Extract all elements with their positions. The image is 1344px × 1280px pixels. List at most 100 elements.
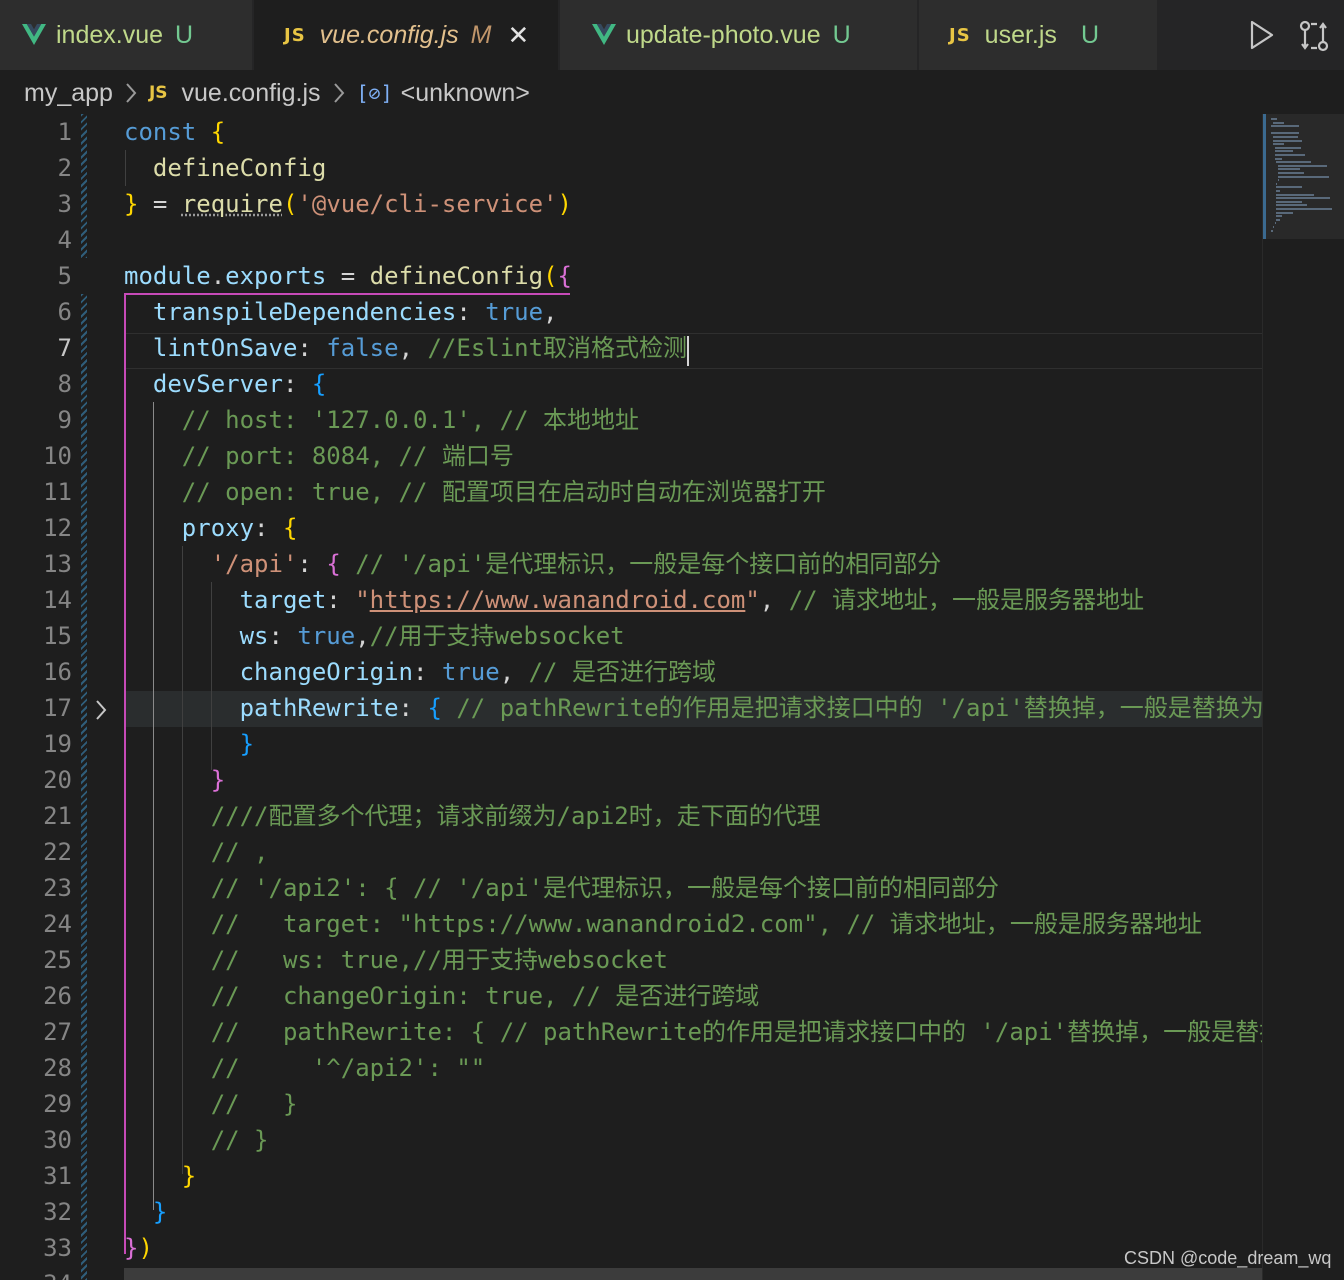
- chevron-right-icon: [333, 82, 345, 104]
- line-number: 9: [57, 406, 72, 434]
- git-status-badge: U: [1080, 20, 1099, 49]
- code-text: changeOrigin: true, // 是否进行跨域: [239, 658, 716, 686]
- code-text: // '^/api2': "": [210, 1054, 486, 1082]
- code-line[interactable]: 12 proxy: {: [0, 510, 1262, 546]
- code-line[interactable]: 22 // ,: [0, 834, 1262, 870]
- tab-user-js[interactable]: JS user.js U: [919, 0, 1158, 70]
- minimap-line: [1274, 146, 1301, 149]
- minimap-line: [1276, 200, 1303, 203]
- code-line[interactable]: 10 // port: 8084, // 端口号: [0, 438, 1262, 474]
- code-line[interactable]: 23 // '/api2': { // '/api'是代理标识，一般是每个接口前…: [0, 870, 1262, 906]
- tab-index-vue[interactable]: index.vue U: [0, 0, 253, 70]
- run-icon[interactable]: [1246, 18, 1276, 57]
- compare-changes-icon[interactable]: [1296, 18, 1332, 59]
- code-text: target: "https://www.wanandroid.com", //…: [239, 586, 1145, 614]
- line-number: 16: [43, 658, 72, 686]
- line-number: 19: [43, 730, 72, 758]
- code-line[interactable]: 15 ws: true,//用于支持websocket: [0, 618, 1262, 654]
- code-line[interactable]: 8 devServer: {: [0, 366, 1262, 402]
- minimap-line: [1276, 186, 1303, 189]
- code-line[interactable]: 17 pathRewrite: { // pathRewrite的作用是把请求接…: [0, 690, 1262, 726]
- code-line[interactable]: 11 // open: true, // 配置项目在启动时自动在浏览器打开: [0, 474, 1262, 510]
- code-line[interactable]: 29 // }: [0, 1086, 1262, 1122]
- minimap-line: [1276, 204, 1307, 207]
- minimap-line: [1278, 179, 1280, 182]
- minimap-line: [1271, 125, 1299, 128]
- line-number: 30: [43, 1126, 72, 1154]
- code-line[interactable]: 6 transpileDependencies: true,: [0, 294, 1262, 330]
- code-line[interactable]: 4: [0, 222, 1262, 258]
- minimap-line: [1276, 218, 1280, 221]
- code-text: } = require('@vue/cli-service'): [124, 190, 572, 218]
- code-line[interactable]: 19 }: [0, 726, 1262, 762]
- code-line[interactable]: 13 '/api': { // '/api'是代理标识，一般是每个接口前的相同部…: [0, 546, 1262, 582]
- symbol-variable-icon: [⊘]: [356, 81, 393, 105]
- code-line[interactable]: 1 const {: [0, 114, 1262, 150]
- code-line[interactable]: 28 // '^/api2': "": [0, 1050, 1262, 1086]
- code-line[interactable]: 9 // host: '127.0.0.1', // 本地地址: [0, 402, 1262, 438]
- tab-label: index.vue: [56, 20, 164, 49]
- code-text: // pathRewrite: { // pathRewrite的作用是把请求接…: [210, 1018, 1262, 1046]
- minimap-line: [1271, 132, 1299, 135]
- minimap-line: [1274, 222, 1276, 225]
- code-line[interactable]: 24 // target: "https://www.wanandroid2.c…: [0, 906, 1262, 942]
- minimap[interactable]: [1262, 114, 1344, 1280]
- close-icon[interactable]: ✕: [507, 20, 529, 51]
- code-line[interactable]: 25 // ws: true,//用于支持websocket: [0, 942, 1262, 978]
- tab-label: vue.config.js: [319, 20, 459, 49]
- breadcrumb-folder[interactable]: my_app: [24, 79, 113, 108]
- code-line[interactable]: 2 defineConfig: [0, 150, 1262, 186]
- line-number: 23: [43, 874, 72, 902]
- minimap-line: [1278, 164, 1327, 167]
- code-text: transpileDependencies: true,: [152, 298, 558, 326]
- breadcrumb-symbol[interactable]: <unknown>: [401, 79, 530, 108]
- code-line[interactable]: 33}): [0, 1230, 1262, 1266]
- fold-chevron-icon[interactable]: [94, 699, 108, 726]
- line-number: 21: [43, 802, 72, 830]
- minimap-line: [1276, 190, 1280, 192]
- line-number: 11: [43, 478, 72, 506]
- minimap-line: [1272, 136, 1298, 138]
- code-line[interactable]: 14 target: "https://www.wanandroid.com",…: [0, 582, 1262, 618]
- line-number: 1: [57, 118, 72, 146]
- minimap-line: [1272, 226, 1274, 228]
- breadcrumb-file[interactable]: vue.config.js: [182, 79, 321, 108]
- line-number: 12: [43, 514, 72, 542]
- code-line[interactable]: 21 ////配置多个代理；请求前缀为/api2时，走下面的代理: [0, 798, 1262, 834]
- code-text: // port: 8084, // 端口号: [181, 442, 514, 470]
- code-text: module.exports = defineConfig({: [124, 262, 572, 290]
- code-text: }: [181, 1162, 197, 1190]
- code-text: // changeOrigin: true, // 是否进行跨域: [210, 982, 760, 1010]
- tab-vue-config-js[interactable]: JS vue.config.js M ✕: [254, 0, 559, 70]
- code-editor[interactable]: 1 const {2 defineConfig 3} = require('@vue…: [0, 114, 1262, 1280]
- code-line[interactable]: 16 changeOrigin: true, // 是否进行跨域: [0, 654, 1262, 690]
- horizontal-scrollbar[interactable]: [124, 1268, 1262, 1280]
- tab-label: user.js: [984, 20, 1057, 49]
- code-line[interactable]: 7 lintOnSave: false, //Eslint取消格式检测: [0, 330, 1262, 366]
- line-number: 29: [43, 1090, 72, 1118]
- tab-label: update-photo.vue: [626, 20, 821, 49]
- code-text: // target: "https://www.wanandroid2.com"…: [210, 910, 1202, 938]
- minimap-change-strip: [1263, 114, 1266, 239]
- code-text: }): [124, 1234, 153, 1262]
- line-number: 32: [43, 1198, 72, 1226]
- code-text: ws: true,//用于支持websocket: [239, 622, 625, 650]
- code-line[interactable]: 20 }: [0, 762, 1262, 798]
- code-line[interactable]: 26 // changeOrigin: true, // 是否进行跨域: [0, 978, 1262, 1014]
- vue-file-icon: [22, 24, 46, 46]
- code-line[interactable]: 3} = require('@vue/cli-service'): [0, 186, 1262, 222]
- js-file-icon: JS: [949, 24, 971, 46]
- js-file-icon: JS: [148, 83, 168, 103]
- code-text: devServer: {: [152, 370, 327, 398]
- code-line[interactable]: 30 // }: [0, 1122, 1262, 1158]
- code-text: // open: true, // 配置项目在启动时自动在浏览器打开: [181, 478, 826, 506]
- code-text: defineConfig: [152, 154, 327, 182]
- code-line[interactable]: 32 }: [0, 1194, 1262, 1230]
- minimap-line: [1276, 161, 1311, 164]
- code-line[interactable]: 5 module.exports = defineConfig({: [0, 258, 1262, 294]
- tab-update-photo-vue[interactable]: update-photo.vue U: [560, 0, 918, 70]
- code-line[interactable]: 27 // pathRewrite: { // pathRewrite的作用是把…: [0, 1014, 1262, 1050]
- code-text: // }: [210, 1090, 298, 1118]
- code-line[interactable]: 31 }: [0, 1158, 1262, 1194]
- line-number: 5: [57, 262, 72, 290]
